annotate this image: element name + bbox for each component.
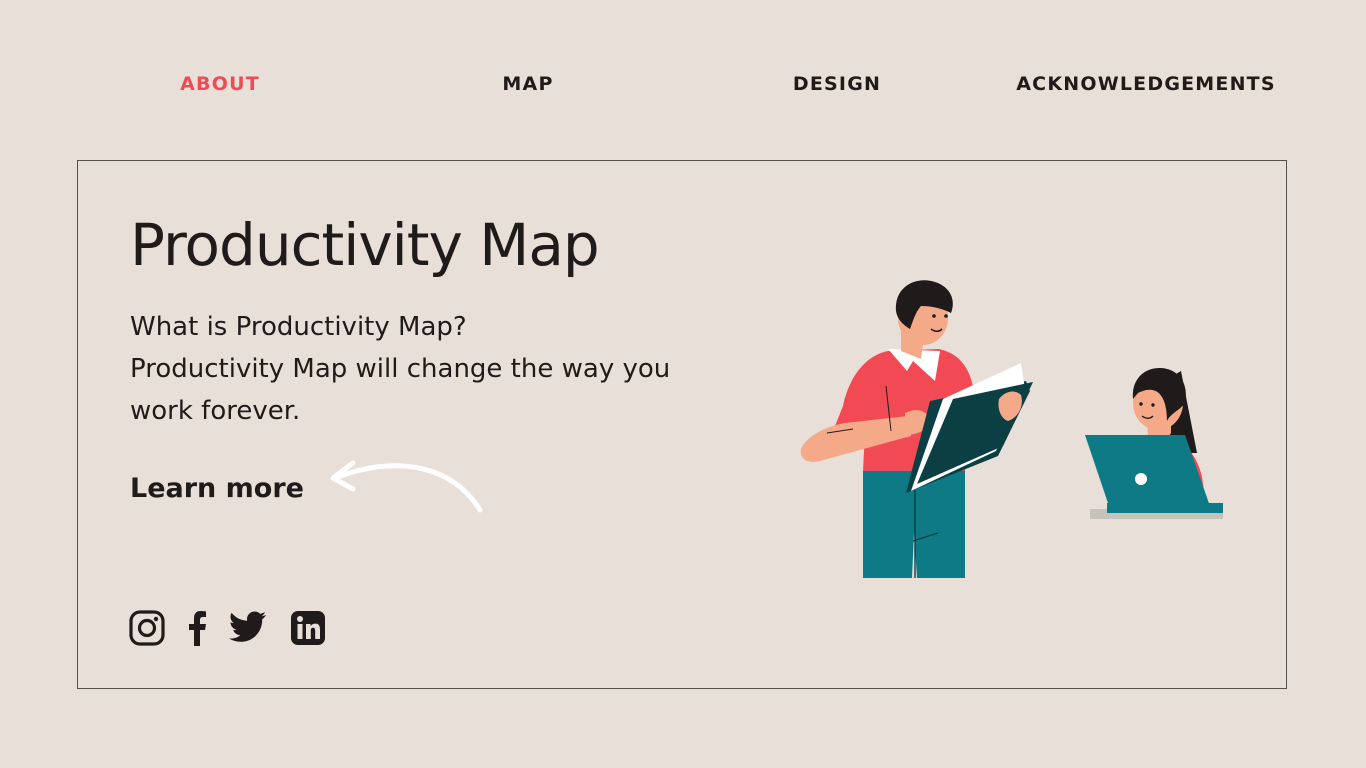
description-line: work forever. <box>130 396 301 426</box>
hero-description: What is Productivity Map? Productivity M… <box>130 306 750 432</box>
linkedin-icon[interactable] <box>290 610 326 650</box>
top-navigation: ABOUT MAP DESIGN ACKNOWLEDGEMENTS <box>0 0 1366 170</box>
nav-link-design[interactable]: DESIGN <box>793 73 881 95</box>
facebook-icon[interactable] <box>187 610 207 650</box>
man-figure <box>800 280 1033 578</box>
description-line: Productivity Map will change the way you <box>130 354 671 384</box>
hero-card: Productivity Map What is Productivity Ma… <box>77 160 1287 689</box>
description-line: What is Productivity Map? <box>130 312 467 342</box>
curved-arrow-icon <box>330 460 483 513</box>
people-working-illustration <box>800 280 1223 578</box>
twitter-icon[interactable] <box>229 610 267 648</box>
learn-more-link[interactable]: Learn more <box>130 473 304 504</box>
nav-link-about[interactable]: ABOUT <box>180 73 260 95</box>
nav-link-acknowledgements[interactable]: ACKNOWLEDGEMENTS <box>1016 73 1275 95</box>
nav-link-map[interactable]: MAP <box>502 73 553 95</box>
page-title: Productivity Map <box>130 211 600 279</box>
instagram-icon[interactable] <box>129 610 165 650</box>
woman-figure <box>1085 367 1223 519</box>
